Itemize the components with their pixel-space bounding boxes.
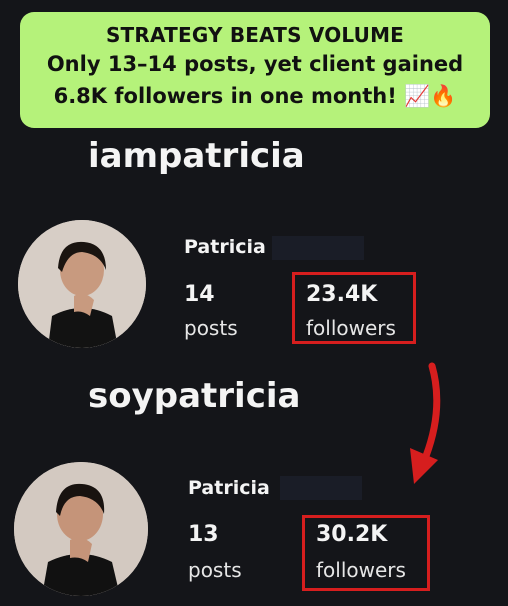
curved-arrow-down-icon bbox=[410, 362, 441, 484]
posts-count-before: 14 bbox=[184, 282, 215, 307]
profile-handle-before: iampatricia bbox=[88, 136, 305, 176]
posts-label-after: posts bbox=[188, 558, 242, 582]
profile-avatar-after[interactable] bbox=[14, 462, 148, 596]
profile-handle-after: soypatricia bbox=[88, 376, 301, 416]
redaction-block bbox=[280, 476, 362, 500]
banner-line-1: Only 13–14 posts, yet client gained bbox=[46, 52, 464, 76]
redaction-block bbox=[272, 236, 364, 260]
posts-count-after: 13 bbox=[188, 522, 219, 547]
avatar-photo-icon bbox=[18, 220, 146, 348]
avatar-photo-icon bbox=[14, 462, 148, 596]
followers-count-after: 30.2K bbox=[316, 522, 388, 547]
headline-banner: STRATEGY BEATS VOLUME Only 13–14 posts, … bbox=[20, 12, 490, 128]
banner-line-2: 6.8K followers in one month! 📈🔥 bbox=[53, 84, 457, 108]
banner-title: STRATEGY BEATS VOLUME bbox=[105, 23, 405, 47]
profile-name-before: Patricia bbox=[184, 236, 266, 258]
posts-label-before: posts bbox=[184, 316, 238, 340]
profile-avatar-before[interactable] bbox=[18, 220, 146, 348]
followers-count-before: 23.4K bbox=[306, 282, 378, 307]
profile-name-after: Patricia bbox=[188, 477, 270, 499]
followers-label-after: followers bbox=[316, 558, 406, 582]
followers-label-before: followers bbox=[306, 316, 396, 340]
